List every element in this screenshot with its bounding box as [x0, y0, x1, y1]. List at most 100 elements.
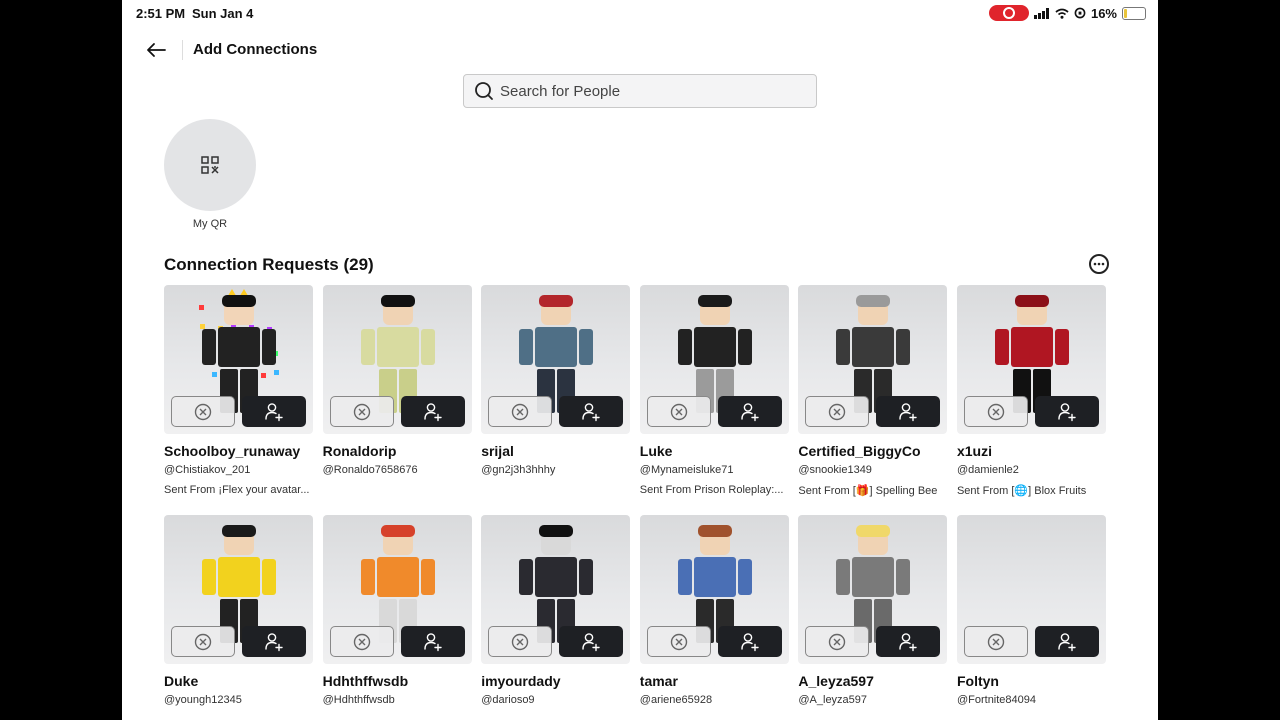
request-name: Duke — [164, 673, 199, 689]
request-handle: @snookie1349 — [798, 464, 872, 476]
decline-button[interactable] — [329, 626, 394, 657]
accept-button[interactable] — [400, 626, 465, 657]
status-date: Sun Jan 4 — [192, 6, 254, 21]
accept-button[interactable] — [559, 626, 624, 657]
accept-button[interactable] — [876, 626, 941, 657]
request-card[interactable]: imyourdady @darioso9 — [481, 515, 631, 706]
search-icon — [475, 82, 493, 100]
decline-button[interactable] — [646, 626, 711, 657]
request-handle: @Chistiakov_201 — [164, 464, 251, 476]
decline-x-icon — [511, 633, 529, 650]
decline-button[interactable] — [171, 396, 235, 427]
decline-x-icon — [670, 403, 687, 420]
wifi-icon — [1055, 8, 1069, 19]
decline-x-icon — [511, 403, 529, 420]
header-divider — [182, 40, 183, 60]
request-card[interactable]: srijal @gn2j3h3hhhy — [481, 285, 631, 497]
decline-button[interactable] — [963, 396, 1028, 427]
request-name: tamar — [639, 673, 678, 689]
request-handle: @Mynameisluke71 — [639, 464, 734, 476]
search-input[interactable]: Search for People — [463, 74, 817, 108]
request-name: Schoolboy_runaway — [164, 443, 301, 459]
decline-button[interactable] — [488, 626, 553, 657]
request-source: Sent From [🎁] Spelling Bee — [798, 485, 938, 497]
request-card[interactable]: Foltyn @Fortnite84094 — [956, 515, 1106, 706]
accept-button[interactable] — [1034, 396, 1099, 427]
add-friend-icon — [582, 632, 600, 651]
request-source: Sent From ¡Flex your avatar... — [164, 484, 310, 496]
search-placeholder: Search for People — [500, 82, 621, 100]
avatar-tile[interactable] — [798, 285, 948, 434]
accept-button[interactable] — [242, 396, 306, 427]
avatar-tile[interactable] — [639, 285, 789, 434]
accept-button[interactable] — [717, 626, 782, 657]
request-handle: @ariene65928 — [639, 694, 713, 706]
add-friend-icon — [1058, 632, 1076, 651]
status-time: 2:51 PM — [136, 6, 186, 21]
request-card[interactable]: A_leyza597 @A_leyza597 — [798, 515, 948, 706]
add-friend-icon — [741, 402, 759, 421]
request-name: Ronaldorip — [322, 443, 397, 459]
request-handle: @youngh12345 — [164, 694, 242, 706]
request-card[interactable]: Schoolboy_runaway @Chistiakov_201 Sent Fro… — [164, 285, 313, 497]
battery-icon — [1122, 6, 1146, 20]
accept-button[interactable] — [717, 396, 782, 427]
add-friend-icon — [423, 632, 442, 651]
request-handle: @Hdhthffwsdb — [322, 694, 395, 706]
decline-button[interactable] — [963, 626, 1028, 657]
decline-x-icon — [353, 403, 370, 420]
decline-button[interactable] — [805, 626, 870, 657]
decline-button[interactable] — [488, 396, 553, 427]
my-qr-button[interactable] — [164, 119, 256, 211]
request-name: Luke — [639, 443, 673, 459]
request-name: A_leyza597 — [798, 673, 874, 689]
accept-button[interactable] — [876, 396, 941, 427]
request-handle: @Ronaldo7658676 — [322, 464, 418, 476]
decline-x-icon — [353, 633, 370, 650]
avatar-tile[interactable] — [481, 515, 631, 664]
request-card[interactable]: Luke @Mynameisluke71 Sent From Prison Role… — [639, 285, 789, 497]
decline-button[interactable] — [329, 396, 394, 427]
decline-x-icon — [987, 403, 1005, 420]
request-source: Sent From [🌐] Blox Fruits — [956, 485, 1087, 497]
request-card[interactable]: Certified_BiggyCo @snookie1349 Sent From [… — [798, 285, 948, 497]
decline-x-icon — [194, 633, 212, 650]
request-card[interactable]: Hdhthffwsdb @Hdhthffwsdb — [322, 515, 472, 706]
avatar-tile[interactable] — [322, 285, 472, 434]
avatar-tile[interactable] — [322, 515, 472, 664]
accept-button[interactable] — [1034, 626, 1099, 657]
requests-grid: Schoolboy_runaway @Chistiakov_201 Sent Fro… — [164, 285, 1124, 706]
request-name: imyourdady — [481, 673, 561, 689]
request-handle: @darioso9 — [481, 694, 535, 706]
request-card[interactable]: tamar @ariene65928 — [639, 515, 789, 706]
decline-button[interactable] — [171, 626, 235, 657]
screen-record-icon[interactable] — [988, 5, 1029, 21]
request-card[interactable]: x1uzi @damienle2 Sent From [🌐] Blox Fruits — [956, 285, 1106, 497]
avatar-tile[interactable] — [164, 285, 313, 434]
accept-button[interactable] — [400, 396, 465, 427]
back-arrow-icon[interactable] — [144, 38, 168, 62]
request-name: x1uzi — [956, 443, 992, 459]
request-source-empty — [481, 484, 630, 496]
avatar-tile[interactable] — [481, 285, 631, 434]
avatar-tile[interactable] — [639, 515, 789, 664]
header: Add Connections — [122, 30, 1158, 70]
avatar-tile[interactable] — [164, 515, 313, 664]
accept-button[interactable] — [559, 396, 624, 427]
avatar-tile[interactable] — [798, 515, 948, 664]
avatar-tile[interactable] — [956, 515, 1106, 664]
cellular-signal-icon — [1033, 7, 1049, 19]
decline-button[interactable] — [805, 396, 870, 427]
decline-button[interactable] — [646, 396, 711, 427]
avatar-tile[interactable] — [956, 285, 1106, 434]
more-options-icon[interactable] — [1089, 254, 1109, 274]
qr-code-icon — [201, 156, 219, 174]
request-card[interactable]: Ronaldorip @Ronaldo7658676 — [322, 285, 472, 497]
add-friend-icon — [423, 402, 442, 421]
accept-button[interactable] — [242, 626, 306, 657]
battery-percent: 16% — [1090, 5, 1117, 21]
decline-x-icon — [194, 403, 212, 420]
request-card[interactable]: Duke @youngh12345 — [164, 515, 313, 706]
request-name: Foltyn — [956, 673, 999, 689]
add-friend-icon — [899, 632, 918, 651]
